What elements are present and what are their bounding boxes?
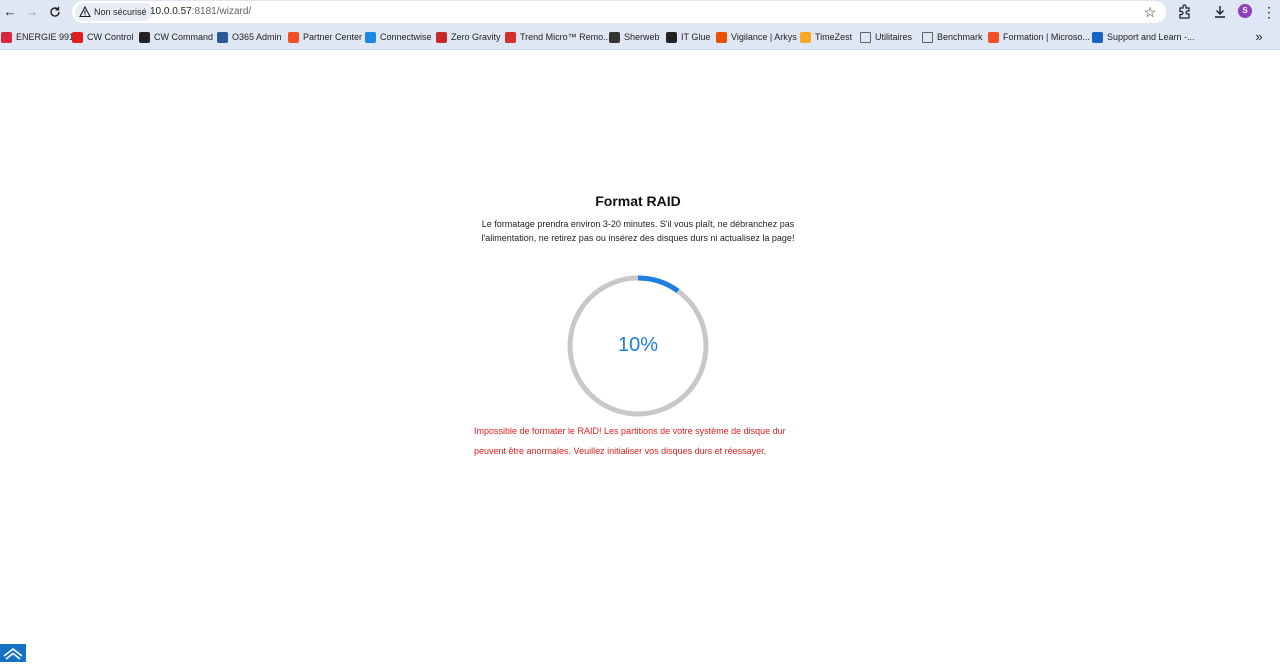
bookmark-zero-gravity[interactable]: Zero Gravity — [436, 30, 501, 44]
forward-arrow-icon[interactable]: → — [22, 2, 42, 22]
bookmark-connectwise[interactable]: Connectwise — [365, 30, 432, 44]
extensions-icon[interactable] — [1176, 3, 1194, 21]
bookmark-trend-micro[interactable]: Trend Micro™ Remo... — [505, 30, 611, 44]
bookmark-folder-benchmark[interactable]: Benchmark — [922, 30, 983, 44]
bookmark-support-and-learn[interactable]: Support and Learn -... — [1092, 30, 1195, 44]
bookmark-favicon-icon — [609, 31, 620, 43]
bookmark-sherweb[interactable]: Sherweb — [609, 30, 660, 44]
bookmarks-bar: ENERGIE 991 CW Control CW Command O365 A… — [0, 24, 1280, 50]
bookmark-formation-microsoft[interactable]: Formation | Microso... — [988, 30, 1090, 44]
bookmark-favicon-icon — [365, 31, 376, 43]
bookmark-o365-admin[interactable]: O365 Admin — [217, 30, 282, 44]
bookmark-favicon-icon — [505, 31, 516, 43]
url-host: 10.0.0.57 — [150, 6, 192, 17]
security-chip[interactable]: Non sécurisé — [75, 3, 153, 21]
bookmark-energie[interactable]: ENERGIE 991 — [1, 30, 74, 44]
error-message: Impossible de formater le RAID! Les part… — [474, 426, 786, 456]
url-text: 10.0.0.57:8181/wizard/ — [150, 6, 251, 17]
page-title: Format RAID — [595, 193, 681, 209]
bookmark-folder-utilitaires[interactable]: Utilitaires — [860, 30, 912, 44]
bookmark-cw-control[interactable]: CW Control — [72, 30, 134, 44]
bookmark-favicon-icon — [800, 31, 811, 43]
bookmark-partner-center[interactable]: Partner Center — [288, 30, 362, 44]
bookmark-favicon-icon — [716, 31, 727, 43]
warning-icon — [79, 6, 91, 18]
bookmark-timezest[interactable]: TimeZest — [800, 30, 852, 44]
bookmark-cw-command[interactable]: CW Command — [139, 30, 213, 44]
reload-icon[interactable] — [45, 2, 65, 22]
bookmark-it-glue[interactable]: IT Glue — [666, 30, 710, 44]
bookmark-favicon-icon — [139, 31, 150, 43]
star-icon[interactable]: ☆ — [1142, 4, 1158, 20]
back-arrow-icon[interactable]: ← — [0, 2, 20, 22]
profile-avatar[interactable]: S — [1238, 4, 1252, 18]
folder-icon — [860, 31, 871, 43]
bookmark-favicon-icon — [72, 31, 83, 43]
bookmark-favicon-icon — [436, 31, 447, 43]
browser-toolbar: ← → Non sécurisé 10.0.0.57:8181/wizard/ … — [0, 0, 1280, 24]
bookmarks-overflow-button[interactable]: » — [1252, 29, 1266, 45]
format-warning-text: Le formatage prendra environ 3-20 minute… — [481, 219, 795, 243]
bookmark-vigilance[interactable]: Vigilance | Arkys — [716, 30, 797, 44]
kebab-menu-icon[interactable]: ⋮ — [1262, 3, 1276, 21]
progress-percentage: 10% — [617, 334, 659, 356]
bookmark-favicon-icon — [666, 31, 677, 43]
bookmark-favicon-icon — [1092, 31, 1103, 43]
bookmark-favicon-icon — [1, 31, 12, 43]
url-path: :8181/wizard/ — [191, 6, 252, 17]
folder-icon — [922, 31, 933, 43]
bookmark-favicon-icon — [217, 31, 228, 43]
taskbar-app-icon[interactable] — [0, 644, 26, 662]
download-icon[interactable] — [1211, 3, 1229, 21]
security-label: Non sécurisé — [94, 7, 147, 17]
bookmark-favicon-icon — [288, 31, 299, 43]
address-bar[interactable]: Non sécurisé 10.0.0.57:8181/wizard/ ☆ — [72, 1, 1166, 23]
bookmark-favicon-icon — [988, 31, 999, 43]
